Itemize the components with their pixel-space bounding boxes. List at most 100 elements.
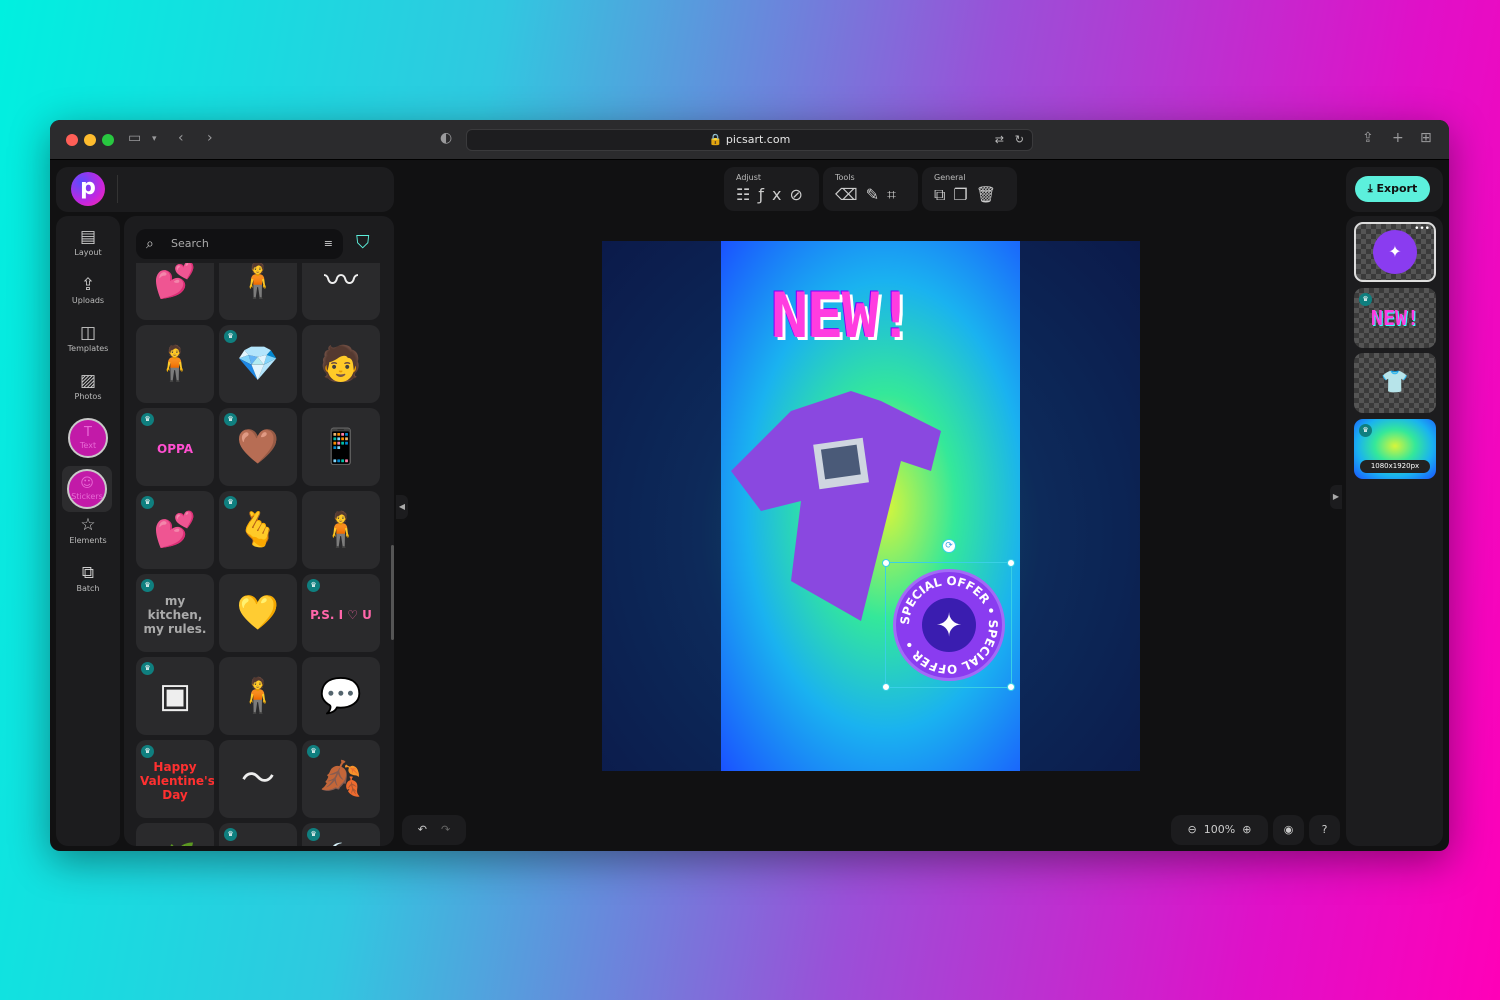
artboard[interactable]: NEW! SPECIAL OFFER • SPECIAL OFFER • ✦ ⟳ [721,241,1020,771]
nav-active-indicator: T Text [68,418,108,458]
minimize-window-button[interactable] [84,134,96,146]
maximize-window-button[interactable] [102,134,114,146]
nav-label: Text [79,441,97,450]
export-button[interactable]: ⤓ Export [1355,176,1430,202]
help-button[interactable]: ? [1309,815,1340,845]
nav-label: Stickers [71,492,103,501]
resize-handle[interactable] [1007,683,1015,691]
resize-handle[interactable] [882,683,890,691]
sticker-image: 🧍 [153,344,197,384]
share-icon[interactable]: ⇪ [1362,130,1374,146]
sticker-tile[interactable]: ♛ P.S. I ♡ U [302,574,380,652]
general-tool-icons[interactable]: ⧉❐🗑 [934,185,1004,205]
forward-icon[interactable]: › [207,130,213,146]
redo-icon[interactable]: ↷ [441,823,450,836]
rotate-icon[interactable]: ⟳ [942,539,956,553]
preview-button[interactable]: ◉ [1273,815,1304,845]
translate-icon[interactable]: ⇄ [995,130,1004,150]
toolbar-group-general: General ⧉❐🗑 [922,167,1017,211]
group-label: Adjust [736,173,762,182]
sidebar-icon[interactable]: ▭ [128,130,141,146]
tools-tool-icons[interactable]: ⌫✎⌗ [835,185,904,205]
sticker-image: 💬 [319,676,363,716]
sticker-tile[interactable]: ♛ Happy Valentine's Day [136,740,214,818]
lock-icon: 🔒 [708,133,723,146]
shield-icon[interactable]: ◐ [440,130,452,146]
sticker-tile[interactable]: 📱 [302,408,380,486]
collapse-left-panel-button[interactable]: ◀ [396,495,408,519]
sticker-tile[interactable]: ♛ 🤎 [219,408,297,486]
layout-icon: ▤ [79,227,97,247]
chevron-down-icon[interactable]: ▾ [152,134,157,144]
crown-icon: ♛ [307,745,320,758]
sticker-tile[interactable]: ♛ my kitchen, my rules. [136,574,214,652]
crown-icon: ♛ [307,579,320,592]
nav-active-indicator: ☺ Stickers [67,469,107,509]
sticker-tile[interactable]: ♛ 🍂 [302,740,380,818]
crown-icon: ♛ [141,496,154,509]
sticker-tile[interactable]: ♛🍃 [302,823,380,846]
sticker-tile[interactable]: 🧍 [219,657,297,735]
nav-item-layout[interactable]: ▤ Layout [58,226,118,257]
browser-window: ▭ ▾ ‹ › ◐ 🔒 picsart.com ⇄ ↻ ⇪ + ⊞ p ⌕ Se… [50,120,1449,851]
sticker-tile[interactable]: 〜 [219,740,297,818]
export-label: Export [1376,182,1418,195]
picsart-logo[interactable]: p [71,172,105,206]
selection-box[interactable]: ⟳ [882,539,1015,691]
layer-tshirt[interactable]: 👕 [1354,353,1436,413]
layer-background[interactable]: ♛ 1080x1920px [1354,419,1436,479]
bookmark-icon[interactable]: ⛉ [356,232,370,253]
sticker-tile[interactable]: ♛ 💕 [136,491,214,569]
zoom-out-icon[interactable]: ⊖ [1188,823,1197,836]
sticker-image: 🧍 [236,676,280,716]
sticker-tile[interactable]: 〰 [302,263,380,320]
nav-item-stickers[interactable]: ☺ Stickers [62,466,112,512]
layer-special-offer-badge[interactable]: ✦ ••• [1354,222,1436,282]
nav-item-uploads[interactable]: ⇪ Uploads [58,274,118,305]
undo-icon[interactable]: ↶ [418,823,427,836]
scrollbar[interactable] [391,545,394,640]
headline-text[interactable]: NEW! [771,279,914,352]
sticker-image: ▣ [158,676,192,716]
help-icon: ? [1321,823,1328,836]
sticker-tile[interactable]: 🧑 [302,325,380,403]
adjust-tool-icons[interactable]: ☷ƒx⊘ [736,185,811,204]
sticker-image: OPPA [157,441,193,456]
filter-icon[interactable]: ≡ [324,229,333,259]
sticker-tile[interactable]: 🧍 [136,325,214,403]
search-input[interactable]: ⌕ Search ≡ [136,229,343,259]
sticker-tile[interactable]: 💕 [136,263,214,320]
sticker-tile[interactable]: ♛ ▣ [136,657,214,735]
sticker-tile[interactable]: 🧍 [219,263,297,320]
canvas-stage[interactable]: NEW! SPECIAL OFFER • SPECIAL OFFER • ✦ ⟳ [602,241,1140,771]
sticker-tile[interactable]: ♛▢ [219,823,297,846]
layer-new-text[interactable]: ♛ NEW! [1354,288,1436,348]
sticker-tile[interactable]: 💬 [302,657,380,735]
zoom-in-icon[interactable]: ⊕ [1242,823,1251,836]
sticker-tile[interactable]: 💛 [219,574,297,652]
top-left-bar [56,167,394,212]
collapse-right-panel-button[interactable]: ▶ [1330,485,1342,509]
reload-icon[interactable]: ↻ [1015,130,1024,150]
nav-item-text[interactable]: T Text [58,418,118,458]
sticker-tile[interactable]: 🌿 [136,823,214,846]
address-bar[interactable]: 🔒 picsart.com ⇄ ↻ [466,129,1033,151]
zoom-level[interactable]: 100% [1204,823,1235,836]
resize-handle[interactable] [882,559,890,567]
nav-item-templates[interactable]: ◫ Templates [58,322,118,353]
tabs-grid-icon[interactable]: ⊞ [1420,130,1432,146]
back-icon[interactable]: ‹ [178,130,184,146]
nav-item-photos[interactable]: ▨ Photos [58,370,118,401]
sticker-tile[interactable]: 🧍 [302,491,380,569]
new-tab-icon[interactable]: + [1392,130,1404,146]
sticker-tile[interactable]: ♛ 🫰 [219,491,297,569]
resize-handle[interactable] [1007,559,1015,567]
crown-icon: ♛ [224,828,237,841]
nav-item-batch[interactable]: ⧉ Batch [58,562,118,593]
close-window-button[interactable] [66,134,78,146]
nav-label: Layout [74,248,102,257]
more-icon[interactable]: ••• [1414,224,1430,234]
nav-item-elements[interactable]: ☆ Elements [58,514,118,545]
sticker-tile[interactable]: ♛ 💎 [219,325,297,403]
sticker-tile[interactable]: ♛ OPPA [136,408,214,486]
